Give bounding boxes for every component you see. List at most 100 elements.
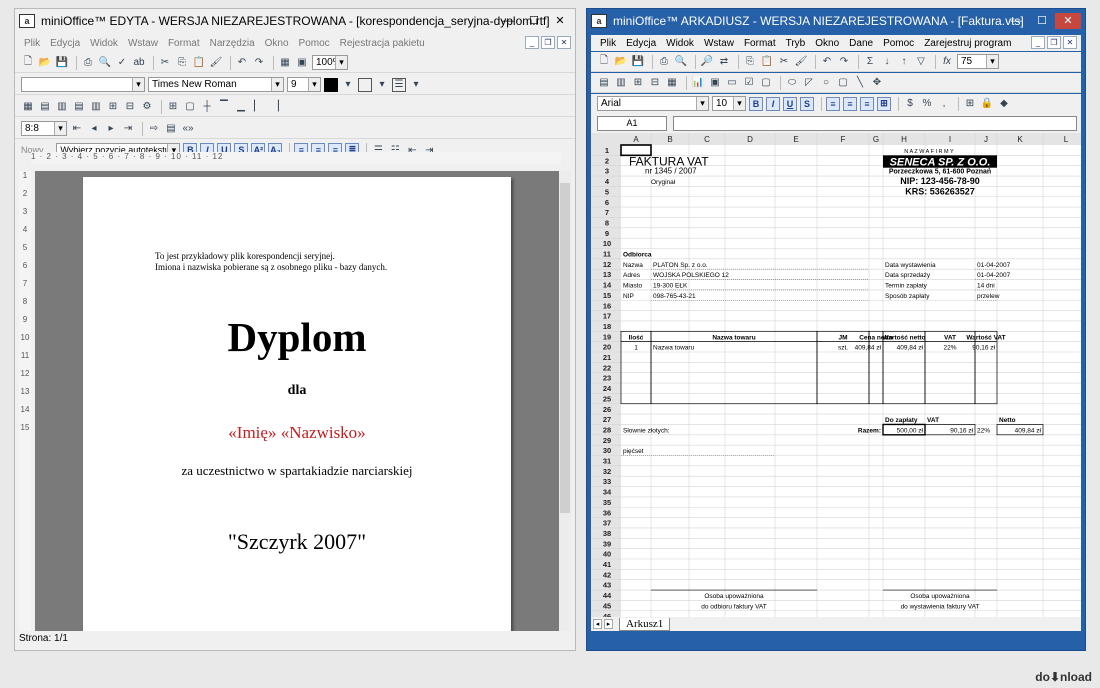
row-header[interactable]: 16 bbox=[603, 301, 611, 310]
find-icon[interactable]: 🔎 bbox=[700, 55, 714, 69]
row-header[interactable]: 42 bbox=[603, 570, 611, 579]
sort-desc-icon[interactable]: ↑ bbox=[897, 55, 911, 69]
column-header[interactable]: H bbox=[901, 135, 907, 144]
row-header[interactable]: 26 bbox=[603, 405, 611, 414]
formula-input[interactable] bbox=[673, 115, 1077, 131]
column-header[interactable]: C bbox=[704, 135, 710, 144]
table-del-col-icon[interactable]: ▥ bbox=[89, 100, 103, 114]
row-header[interactable]: 5 bbox=[605, 187, 609, 196]
new-file-icon[interactable]: 🗋 bbox=[21, 56, 35, 70]
row-header[interactable]: 43 bbox=[603, 581, 611, 590]
font-size-select[interactable]: 10 bbox=[712, 96, 746, 111]
column-header[interactable]: I bbox=[949, 135, 951, 144]
zoom-select[interactable]: 75 bbox=[957, 54, 999, 69]
font-select[interactable]: Times New Roman bbox=[148, 77, 284, 92]
row-header[interactable]: 13 bbox=[603, 270, 611, 279]
insert-image-icon[interactable]: ▣ bbox=[295, 56, 309, 70]
row-header[interactable]: 19 bbox=[603, 332, 611, 341]
row-header[interactable]: 39 bbox=[603, 539, 611, 548]
border-right-icon[interactable]: ▕ bbox=[268, 100, 282, 114]
new-file-icon[interactable]: 🗋 bbox=[597, 55, 611, 69]
column-header[interactable]: B bbox=[667, 135, 672, 144]
draw-line-icon[interactable]: ╲ bbox=[853, 76, 867, 90]
row-header[interactable]: 41 bbox=[603, 560, 611, 569]
print-icon[interactable]: ⎙ bbox=[657, 55, 671, 69]
row-header[interactable]: 8 bbox=[605, 218, 609, 227]
border-top-icon[interactable]: ▔ bbox=[217, 100, 231, 114]
merge-data-icon[interactable]: ▤ bbox=[164, 122, 178, 136]
format-painter-icon[interactable]: 🖌 bbox=[209, 56, 223, 70]
align-right-icon[interactable]: ≡ bbox=[860, 96, 874, 111]
row-header[interactable]: 28 bbox=[603, 425, 611, 434]
row-header[interactable]: 27 bbox=[603, 415, 611, 424]
checkbox-icon[interactable]: ☑ bbox=[742, 76, 756, 90]
last-page-icon[interactable]: ⇥ bbox=[121, 122, 135, 136]
vertical-scrollbar[interactable] bbox=[559, 171, 571, 631]
spreadsheet-grid[interactable]: A B C D E F G H I J K L 1 2 3 4 5 6 7 8 9 10 11 12 13 14 15 16 17 18 1… bbox=[591, 133, 1081, 617]
row-header[interactable]: 38 bbox=[603, 529, 611, 538]
border-left-icon[interactable]: ▏ bbox=[251, 100, 265, 114]
function-icon[interactable]: fx bbox=[940, 55, 954, 69]
sheet-menu-2[interactable]: Widok bbox=[661, 38, 699, 49]
sheet-menu-9[interactable]: Zarejestruj program bbox=[919, 38, 1016, 49]
save-icon[interactable]: 💾 bbox=[631, 55, 645, 69]
row-header[interactable]: 29 bbox=[603, 436, 611, 445]
cut-icon[interactable]: ✂ bbox=[777, 55, 791, 69]
column-header[interactable]: L bbox=[1064, 135, 1069, 144]
column-header[interactable]: E bbox=[793, 135, 798, 144]
prev-page-icon[interactable]: ◂ bbox=[87, 122, 101, 136]
row-header[interactable]: 18 bbox=[603, 322, 611, 331]
draw-circle-icon[interactable]: ○ bbox=[819, 76, 833, 90]
sheet-menu-4[interactable]: Format bbox=[739, 38, 781, 49]
first-page-icon[interactable]: ⇤ bbox=[70, 122, 84, 136]
table-split-icon[interactable]: ⊟ bbox=[123, 100, 137, 114]
chart-icon[interactable]: 📊 bbox=[691, 76, 705, 90]
currency-icon[interactable]: $ bbox=[903, 97, 917, 111]
align-left-icon[interactable]: ≡ bbox=[826, 96, 840, 111]
sum-icon[interactable]: Σ bbox=[863, 55, 877, 69]
doc-minimize-button[interactable]: _ bbox=[525, 36, 539, 49]
strikethrough-icon[interactable]: S bbox=[800, 96, 814, 111]
row-header[interactable]: 22 bbox=[603, 363, 611, 372]
font-color-icon[interactable] bbox=[324, 77, 338, 92]
comment-icon[interactable]: ▭ bbox=[725, 76, 739, 90]
borders-icon[interactable]: ⊞ bbox=[963, 97, 977, 111]
scroll-thumb[interactable] bbox=[560, 183, 570, 513]
table-merge-icon[interactable]: ⊞ bbox=[106, 100, 120, 114]
editor-menu-0[interactable]: Plik bbox=[19, 38, 45, 49]
row-header[interactable]: 1 bbox=[605, 146, 609, 155]
draw-shape-icon[interactable]: ◸ bbox=[802, 76, 816, 90]
table-col-icon[interactable]: ▥ bbox=[55, 100, 69, 114]
sort-asc-icon[interactable]: ↓ bbox=[880, 55, 894, 69]
bold-icon[interactable]: B bbox=[749, 96, 763, 111]
editor-menu-5[interactable]: Narzędzia bbox=[205, 38, 260, 49]
row-header[interactable]: 25 bbox=[603, 394, 611, 403]
sheet-menu-5[interactable]: Tryb bbox=[781, 38, 811, 49]
row-header[interactable]: 37 bbox=[603, 519, 611, 528]
row-header[interactable]: 35 bbox=[603, 498, 611, 507]
doc-close-button[interactable]: ✕ bbox=[557, 36, 571, 49]
sheet-menu-6[interactable]: Okno bbox=[810, 38, 844, 49]
sheet-menu-0[interactable]: Plik bbox=[595, 38, 621, 49]
spellcheck-icon[interactable]: ✓ bbox=[115, 56, 129, 70]
filter-icon[interactable]: ▽ bbox=[914, 55, 928, 69]
editor-menu-4[interactable]: Format bbox=[163, 38, 205, 49]
borders-icon[interactable]: ☰ bbox=[392, 77, 406, 92]
row-header[interactable]: 32 bbox=[603, 467, 611, 476]
format-painter-icon[interactable]: 🖌 bbox=[794, 55, 808, 69]
table-props-icon[interactable]: ⚙ bbox=[140, 100, 154, 114]
row-header[interactable]: 30 bbox=[603, 446, 611, 455]
row-header[interactable]: 12 bbox=[603, 260, 611, 269]
sheet-menu-8[interactable]: Pomoc bbox=[878, 38, 919, 49]
close-button[interactable]: ✕ bbox=[1055, 13, 1081, 29]
font-size-select[interactable]: 9 bbox=[287, 77, 321, 92]
row-header[interactable]: 10 bbox=[603, 239, 611, 248]
tab-next-icon[interactable]: ▸ bbox=[604, 619, 613, 629]
doc-minimize-button[interactable]: _ bbox=[1031, 36, 1045, 49]
table-insert-icon[interactable]: ▦ bbox=[21, 100, 35, 114]
editor-menu-1[interactable]: Edycja bbox=[45, 38, 85, 49]
row-header[interactable]: 31 bbox=[603, 457, 611, 466]
row-header[interactable]: 40 bbox=[603, 550, 611, 559]
sheet-menu-1[interactable]: Edycja bbox=[621, 38, 661, 49]
merge-field-first-name[interactable]: «Imię» bbox=[228, 423, 276, 442]
